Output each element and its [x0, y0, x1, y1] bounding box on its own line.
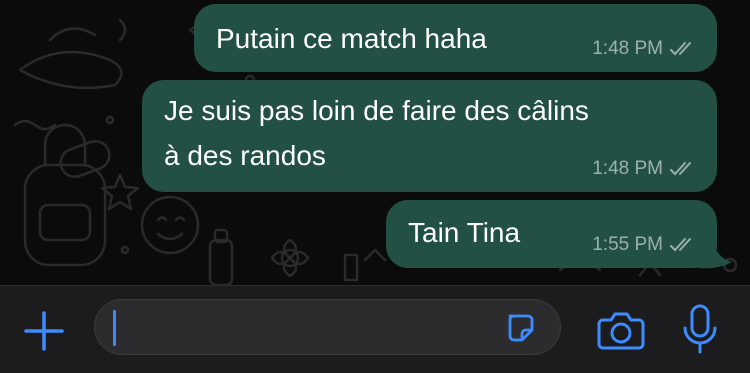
message-meta: 1:48 PM: [592, 158, 697, 180]
message-time: 1:55 PM: [592, 234, 663, 255]
camera-icon[interactable]: [597, 310, 645, 350]
plus-icon[interactable]: [22, 309, 66, 353]
message-composer: [0, 285, 750, 373]
message-time: 1:48 PM: [592, 158, 663, 179]
message-input[interactable]: [94, 299, 561, 355]
message-bubble[interactable]: Tain Tina 1:55 PM: [386, 200, 717, 268]
message-text-line-2: à des randos: [164, 140, 326, 171]
microphone-icon[interactable]: [680, 304, 720, 356]
bubble-tail: [700, 238, 732, 269]
sticker-icon[interactable]: [504, 312, 536, 344]
message-bubble[interactable]: Putain ce match haha 1:48 PM: [194, 4, 717, 72]
text-caret: [113, 310, 116, 346]
message-bubble[interactable]: Je suis pas loin de faire des câlins à d…: [142, 80, 717, 192]
message-text: Putain ce match haha: [216, 23, 487, 54]
message-text-line-1: Je suis pas loin de faire des câlins: [164, 95, 589, 126]
read-receipt-icon: [669, 41, 697, 57]
message-text: Tain Tina: [408, 217, 521, 248]
message-meta: 1:48 PM: [592, 38, 697, 60]
read-receipt-icon: [669, 161, 697, 177]
chat-area: Putain ce match haha 1:48 PM Je suis pas…: [0, 0, 750, 285]
read-receipt-icon: [669, 237, 697, 253]
message-meta: 1:55 PM: [592, 234, 697, 256]
message-time: 1:48 PM: [592, 38, 663, 59]
